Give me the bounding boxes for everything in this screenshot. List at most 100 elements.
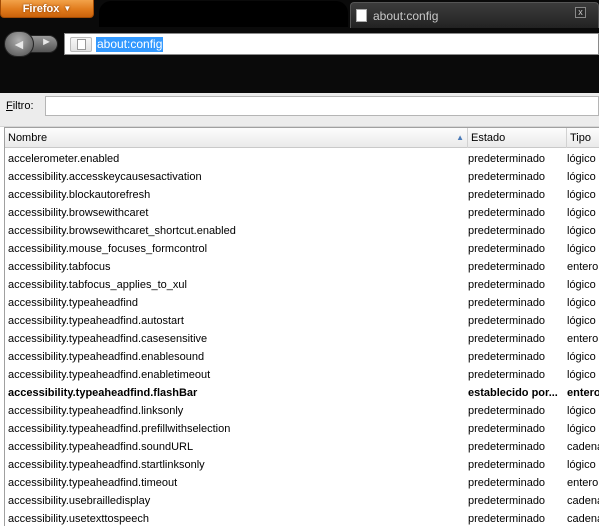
pref-name-cell: accessibility.typeaheadfind.prefillwiths… <box>8 423 231 435</box>
table-header: Nombre ▲ Estado Tipo <box>5 128 599 148</box>
pref-name-cell: accelerometer.enabled <box>8 153 120 165</box>
table-row[interactable]: accessibility.typeaheadfind.prefillwiths… <box>5 420 599 438</box>
pref-state-cell: predeterminado <box>468 495 546 507</box>
pref-name-cell: accessibility.browsewithcaret_shortcut.e… <box>8 225 236 237</box>
pref-state-cell: predeterminado <box>468 351 546 363</box>
pref-name-cell: accessibility.usetexttospeech <box>8 513 150 525</box>
back-arrow-icon: ◄ <box>12 36 26 52</box>
pref-state-cell: predeterminado <box>468 279 546 291</box>
url-text[interactable]: about:config <box>96 37 164 52</box>
table-body: accelerometer.enabled predeterminado lógic… <box>5 150 599 526</box>
pref-type-cell: lógico <box>567 189 596 201</box>
table-row[interactable]: accessibility.tabfocus_applies_to_xul pre… <box>5 276 599 294</box>
column-header-name[interactable]: Nombre ▲ <box>5 128 468 148</box>
pref-type-cell: lógico <box>567 369 596 381</box>
table-row[interactable]: accessibility.mouse_focuses_formcontrol p… <box>5 240 599 258</box>
table-row[interactable]: accessibility.typeaheadfind.linksonly pre… <box>5 402 599 420</box>
site-identity-icon[interactable] <box>70 37 92 52</box>
preferences-table: Nombre ▲ Estado Tipo accelerometer.enabl… <box>4 127 599 526</box>
pref-state-cell: predeterminado <box>468 189 546 201</box>
pref-name-cell: accessibility.typeaheadfind.soundURL <box>8 441 194 453</box>
pref-type-cell: entero <box>567 387 599 399</box>
back-button[interactable]: ◄ <box>4 31 34 57</box>
table-row[interactable]: accessibility.typeaheadfind.autostart pre… <box>5 312 599 330</box>
filter-bar: Filtro: <box>0 93 599 127</box>
pref-type-cell: lógico <box>567 171 596 183</box>
pref-name-cell: accessibility.typeaheadfind.flashBar <box>8 387 198 399</box>
table-row[interactable]: accessibility.usebrailledisplay predeterm… <box>5 492 599 510</box>
pref-name-cell: accessibility.typeaheadfind.autostart <box>8 315 184 327</box>
close-icon[interactable]: x <box>575 7 586 18</box>
table-row[interactable]: accessibility.typeaheadfind predeterminad… <box>5 294 599 312</box>
table-row[interactable]: accessibility.usetexttospeech predetermin… <box>5 510 599 526</box>
pref-state-cell: predeterminado <box>468 405 546 417</box>
filter-label-rest: iltro: <box>12 100 34 112</box>
pref-name-cell: accessibility.typeaheadfind <box>8 297 139 309</box>
firefox-menu-button[interactable]: Firefox ▼ <box>0 0 94 18</box>
pref-state-cell: predeterminado <box>468 477 546 489</box>
pref-type-cell: cadena <box>567 495 599 507</box>
tab-about-config[interactable]: about:config x <box>350 2 599 28</box>
table-row[interactable]: accessibility.typeaheadfind.casesensitiv… <box>5 330 599 348</box>
pref-state-cell: predeterminado <box>468 225 546 237</box>
sort-ascending-icon: ▲ <box>456 133 464 142</box>
pref-state-cell: predeterminado <box>468 297 546 309</box>
pref-state-cell: predeterminado <box>468 441 546 453</box>
pref-name-cell: accessibility.typeaheadfind.enablesound <box>8 351 205 363</box>
column-header-state[interactable]: Estado <box>468 128 567 148</box>
table-row[interactable]: accessibility.typeaheadfind.flashBar esta… <box>5 384 599 402</box>
pref-name-cell: accessibility.typeaheadfind.enabletimeou… <box>8 369 211 381</box>
chevron-down-icon: ▼ <box>63 4 72 13</box>
pref-name-cell: accessibility.typeaheadfind.startlinkson… <box>8 459 205 471</box>
table-row[interactable]: accessibility.accesskeycausesactivation p… <box>5 168 599 186</box>
column-header-type[interactable]: Tipo <box>567 128 599 148</box>
pref-type-cell: lógico <box>567 153 596 165</box>
pref-state-cell: establecido por... <box>468 387 558 399</box>
filter-label: Filtro: <box>6 100 34 112</box>
page-icon <box>356 9 367 22</box>
pref-type-cell: lógico <box>567 351 596 363</box>
table-row[interactable]: accessibility.typeaheadfind.enabletimeou… <box>5 366 599 384</box>
redacted-tab[interactable] <box>99 1 348 27</box>
table-row[interactable]: accessibility.browsewithcaret_shortcut.e… <box>5 222 599 240</box>
table-row[interactable]: accessibility.typeaheadfind.timeout prede… <box>5 474 599 492</box>
pref-type-cell: lógico <box>567 297 596 309</box>
pref-name-cell: accessibility.typeaheadfind.timeout <box>8 477 178 489</box>
pref-type-cell: lógico <box>567 225 596 237</box>
table-row[interactable]: accessibility.tabfocus predeterminado ente… <box>5 258 599 276</box>
pref-type-cell: lógico <box>567 405 596 417</box>
pref-name-cell: accessibility.tabfocus_applies_to_xul <box>8 279 187 291</box>
table-row[interactable]: accessibility.browsewithcaret predetermin… <box>5 204 599 222</box>
table-row[interactable]: accessibility.blockautorefresh predetermi… <box>5 186 599 204</box>
table-row[interactable]: accessibility.typeaheadfind.soundURL pred… <box>5 438 599 456</box>
pref-type-cell: entero <box>567 333 599 345</box>
table-row[interactable]: accelerometer.enabled predeterminado lógic… <box>5 150 599 168</box>
pref-name-cell: accessibility.typeaheadfind.casesensitiv… <box>8 333 208 345</box>
table-row[interactable]: accessibility.typeaheadfind.enablesound p… <box>5 348 599 366</box>
pref-type-cell: lógico <box>567 423 596 435</box>
pref-state-cell: predeterminado <box>468 513 546 525</box>
pref-name-cell: accessibility.mouse_focuses_formcontrol <box>8 243 208 255</box>
pref-state-cell: predeterminado <box>468 243 546 255</box>
pref-name-cell: accessibility.typeaheadfind.linksonly <box>8 405 184 417</box>
pref-type-cell: lógico <box>567 243 596 255</box>
url-bar[interactable]: about:config <box>64 33 599 55</box>
pref-name-cell: accessibility.browsewithcaret <box>8 207 149 219</box>
pref-type-cell: lógico <box>567 279 596 291</box>
pref-type-cell: entero <box>567 477 599 489</box>
pref-name-cell: accessibility.tabfocus <box>8 261 111 273</box>
forward-button[interactable]: ► <box>30 35 58 53</box>
pref-type-cell: lógico <box>567 207 596 219</box>
tab-title: about:config <box>373 9 439 23</box>
filter-input[interactable] <box>45 96 599 116</box>
table-row[interactable]: accessibility.typeaheadfind.startlinkson… <box>5 456 599 474</box>
column-type-label: Tipo <box>570 132 591 144</box>
pref-type-cell: entero <box>567 261 599 273</box>
pref-state-cell: predeterminado <box>468 459 546 471</box>
pref-name-cell: accessibility.accesskeycausesactivation <box>8 171 202 183</box>
column-state-label: Estado <box>471 132 506 144</box>
pref-name-cell: accessibility.usebrailledisplay <box>8 495 151 507</box>
pref-type-cell: lógico <box>567 459 596 471</box>
pref-type-cell: cadena <box>567 441 599 453</box>
pref-state-cell: predeterminado <box>468 153 546 165</box>
